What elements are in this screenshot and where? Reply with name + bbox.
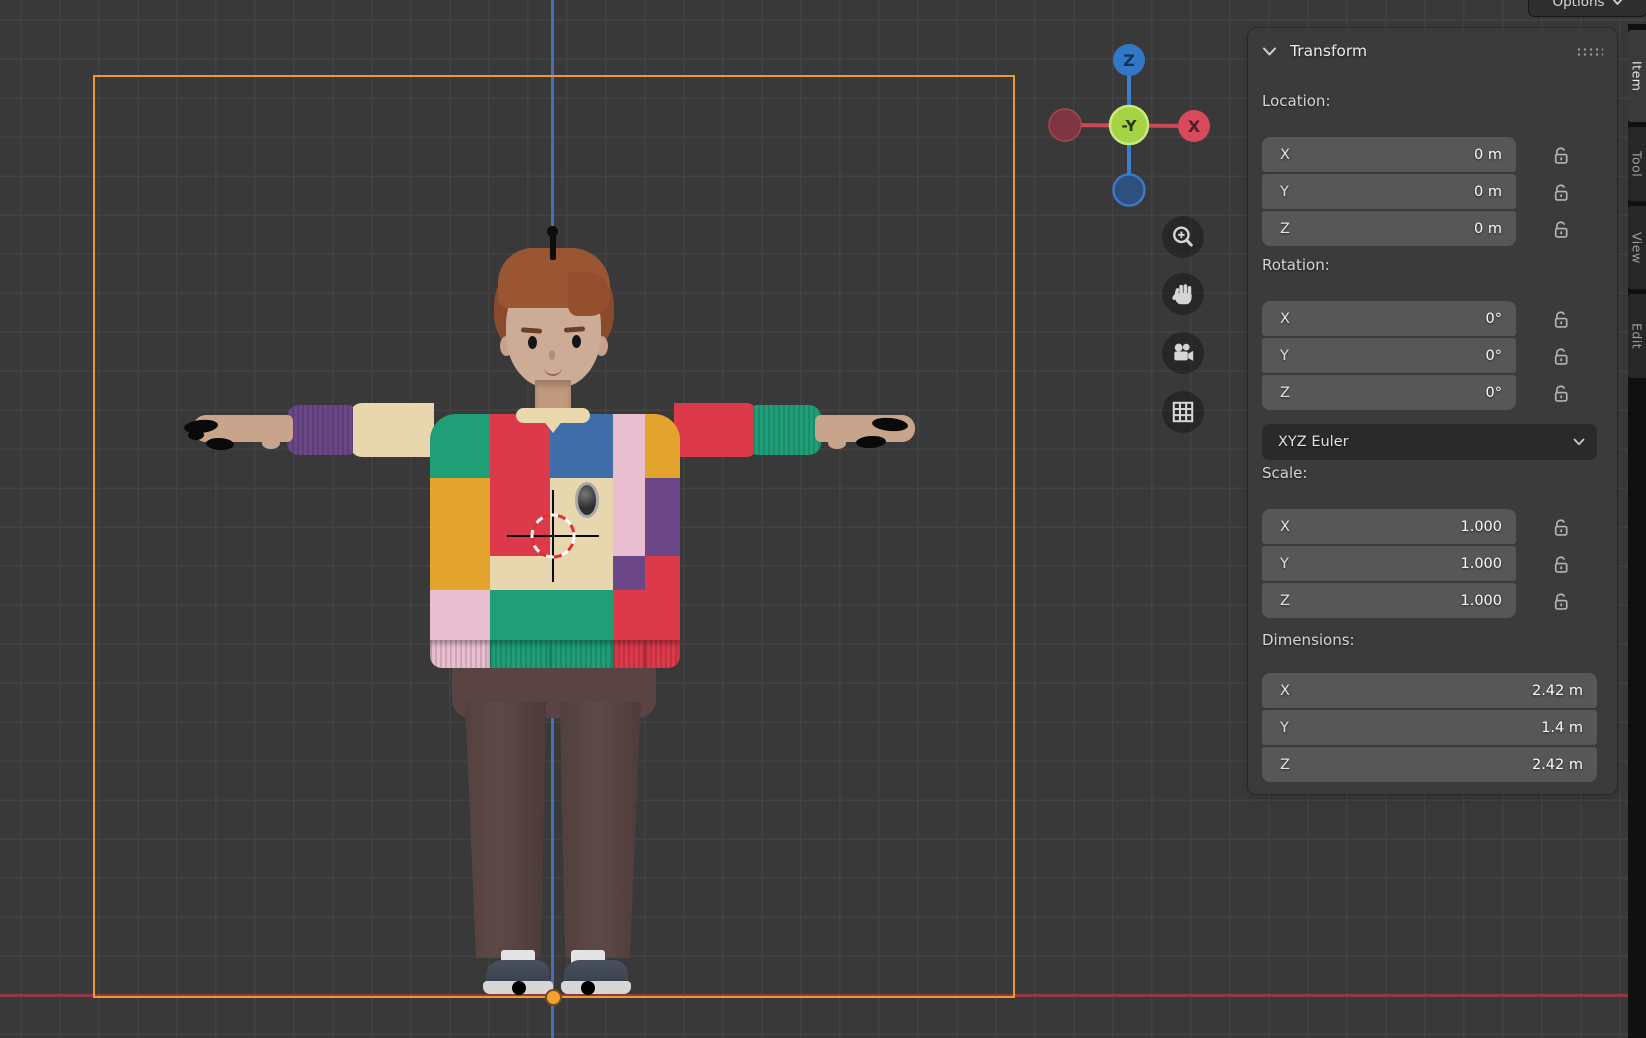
options-label: Options [1552, 0, 1604, 10]
tab-view[interactable]: View [1628, 206, 1646, 289]
rotation-z-field[interactable]: Z 0° [1262, 375, 1516, 410]
dimensions-fields: X 2.42 m Y 1.4 m Z 2.42 m [1262, 673, 1597, 782]
lock-icon[interactable] [1550, 516, 1572, 538]
gizmo-axis-neg-x[interactable] [1049, 109, 1081, 141]
panel-collapse-chevron-icon[interactable] [1262, 46, 1277, 57]
panel-drag-handle[interactable] [1576, 47, 1603, 57]
tab-edit[interactable]: Edit [1628, 294, 1646, 378]
chevron-down-icon [1612, 0, 1623, 6]
rotation-fields: X 0° Y 0° Z 0° [1262, 301, 1516, 410]
scale-x-field[interactable]: X 1.000 [1262, 509, 1516, 544]
gizmo-axis-z[interactable]: Z [1113, 44, 1145, 76]
lock-icon[interactable] [1550, 308, 1572, 330]
lock-icon[interactable] [1550, 218, 1572, 240]
lock-icon[interactable] [1550, 144, 1572, 166]
gizmo-axis-neg-z[interactable] [1114, 175, 1145, 206]
sidebar-tab-strip: Item Tool View Edit [1628, 24, 1646, 1038]
scale-z-field[interactable]: Z 1.000 [1262, 583, 1516, 618]
chevron-down-icon [1573, 438, 1585, 446]
navigation-gizmo[interactable]: X Z -Y [1040, 38, 1210, 208]
pan-icon[interactable] [1162, 273, 1204, 315]
scale-label: Scale: [1262, 464, 1307, 482]
svg-text:-Y: -Y [1122, 117, 1138, 135]
rotation-label: Rotation: [1262, 256, 1330, 274]
scale-y-field[interactable]: Y 1.000 [1262, 546, 1516, 581]
panel-title: Transform [1290, 42, 1367, 60]
dimensions-label: Dimensions: [1262, 631, 1355, 649]
location-fields: X 0 m Y 0 m Z 0 m [1262, 137, 1516, 246]
camera-icon[interactable] [1162, 332, 1204, 374]
grid-icon[interactable] [1162, 391, 1204, 433]
rotation-mode-value: XYZ Euler [1278, 434, 1349, 450]
options-button[interactable]: Options [1528, 0, 1646, 17]
location-x-field[interactable]: X 0 m [1262, 137, 1516, 172]
rotation-x-field[interactable]: X 0° [1262, 301, 1516, 336]
transform-panel: Transform Location: X 0 m Y 0 m Z 0 m Ro… [1248, 28, 1617, 794]
lock-icon[interactable] [1550, 553, 1572, 575]
location-y-field[interactable]: Y 0 m [1262, 174, 1516, 209]
lock-icon[interactable] [1550, 345, 1572, 367]
rotation-mode-dropdown[interactable]: XYZ Euler [1262, 424, 1597, 460]
gizmo-axis-neg-y[interactable]: -Y [1110, 106, 1148, 144]
lock-icon[interactable] [1550, 382, 1572, 404]
3d-cursor [505, 488, 601, 584]
tab-item[interactable]: Item [1628, 30, 1646, 122]
lock-icon[interactable] [1550, 590, 1572, 612]
rotation-y-field[interactable]: Y 0° [1262, 338, 1516, 373]
tab-tool[interactable]: Tool [1628, 127, 1646, 201]
object-origin [545, 989, 562, 1006]
dimensions-x-field[interactable]: X 2.42 m [1262, 673, 1597, 708]
lock-icon[interactable] [1550, 181, 1572, 203]
svg-text:Z: Z [1123, 51, 1135, 70]
gizmo-axis-x[interactable]: X [1178, 110, 1210, 142]
svg-text:X: X [1188, 117, 1201, 136]
dimensions-z-field[interactable]: Z 2.42 m [1262, 747, 1597, 782]
zoom-icon[interactable] [1162, 216, 1204, 258]
location-label: Location: [1262, 92, 1331, 110]
dimensions-y-field[interactable]: Y 1.4 m [1262, 710, 1597, 745]
location-z-field[interactable]: Z 0 m [1262, 211, 1516, 246]
scale-fields: X 1.000 Y 1.000 Z 1.000 [1262, 509, 1516, 618]
